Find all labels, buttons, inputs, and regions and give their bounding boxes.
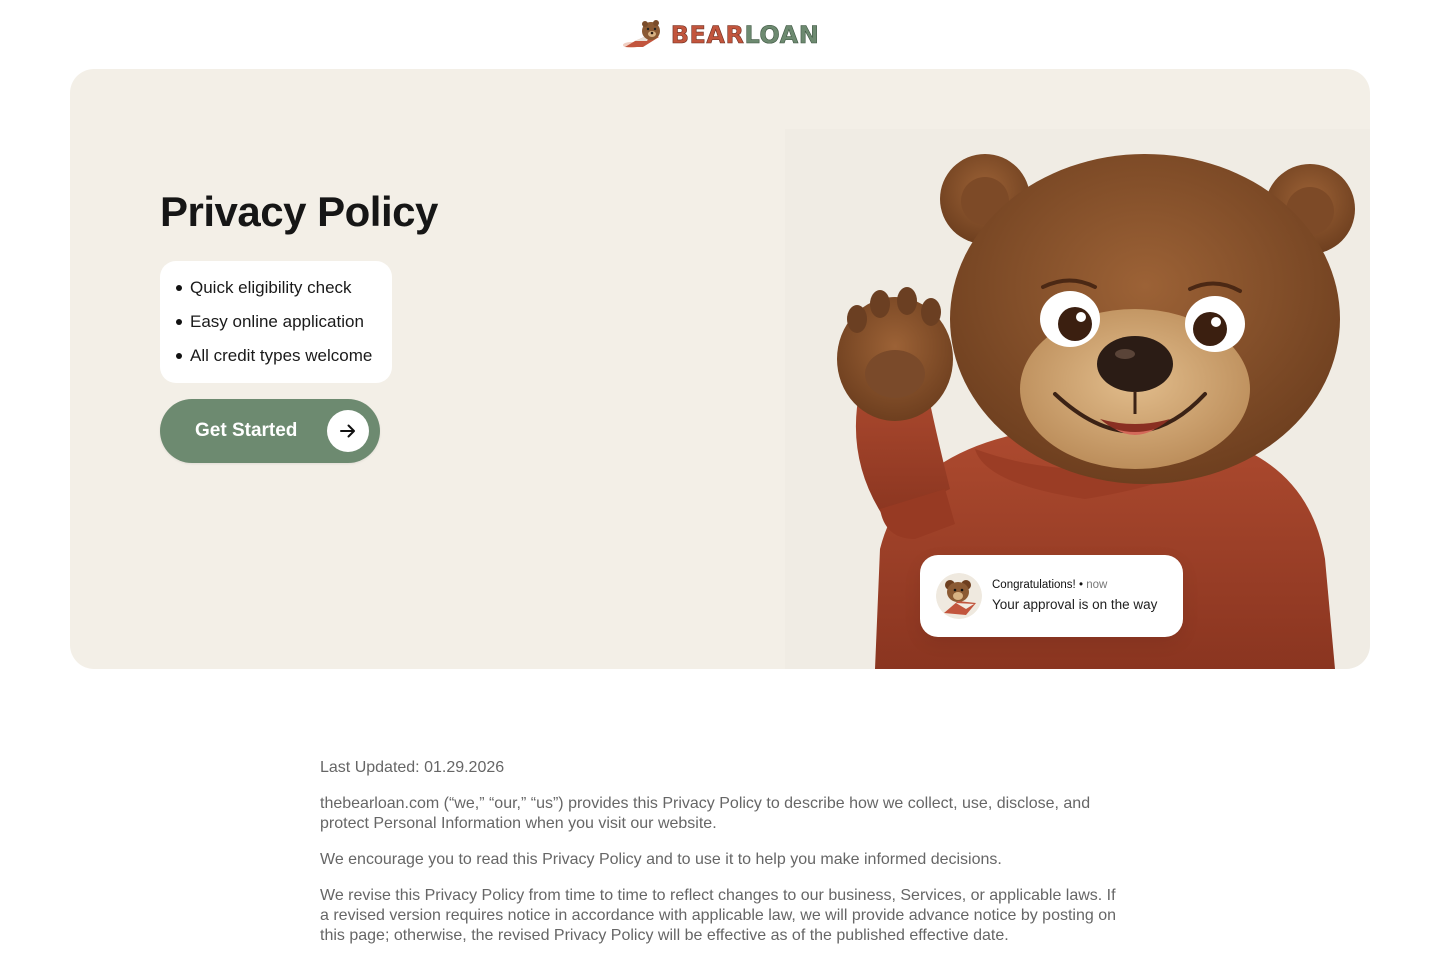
bearloan-logo[interactable]: BEARLOAN xyxy=(621,17,820,53)
policy-paragraph: We encourage you to read this Privacy Po… xyxy=(320,851,1002,868)
arrow-right-icon xyxy=(327,410,369,452)
feature-item: Easy online application xyxy=(176,305,392,339)
feature-item: All credit types welcome xyxy=(176,339,392,373)
site-header: BEARLOAN xyxy=(0,0,1440,69)
feature-item: Quick eligibility check xyxy=(176,271,392,305)
bear-avatar-icon xyxy=(936,573,982,619)
notification-header: Congratulations! • now xyxy=(992,578,1157,593)
notification-title: Congratulations! xyxy=(992,579,1079,592)
policy-content: Last Updated: 01.29.2026 thebearloan.com… xyxy=(320,758,1120,962)
bear-rocket-logo-icon xyxy=(622,19,660,48)
notification-time: now xyxy=(1086,579,1108,592)
bullet-icon xyxy=(176,353,182,359)
feature-label: Quick eligibility check xyxy=(190,278,352,297)
get-started-label: Get Started xyxy=(195,420,298,441)
policy-paragraph: We revise this Privacy Policy from time … xyxy=(320,887,1116,944)
logo-text-loan: LOAN xyxy=(744,20,820,49)
notification-body: Your approval is on the way xyxy=(992,597,1158,613)
bullet-icon xyxy=(176,285,182,291)
hero-banner: Privacy Policy Quick eligibility check E… xyxy=(70,69,1370,669)
policy-paragraph: thebearloan.com (“we,” “our,” “us”) prov… xyxy=(320,795,1091,832)
feature-label: All credit types welcome xyxy=(190,346,373,365)
approval-notification: Congratulations! • now Your approval is … xyxy=(920,555,1183,637)
logo-text-bear: BEAR xyxy=(670,20,745,49)
get-started-button[interactable]: Get Started xyxy=(160,399,380,463)
feature-list: Quick eligibility check Easy online appl… xyxy=(160,261,392,383)
feature-label: Easy online application xyxy=(190,312,364,331)
last-updated: Last Updated: 01.29.2026 xyxy=(320,759,505,776)
notification-text: Congratulations! • now Your approval is … xyxy=(992,578,1157,613)
bullet-icon xyxy=(176,319,182,325)
page-title: Privacy Policy xyxy=(160,188,438,235)
